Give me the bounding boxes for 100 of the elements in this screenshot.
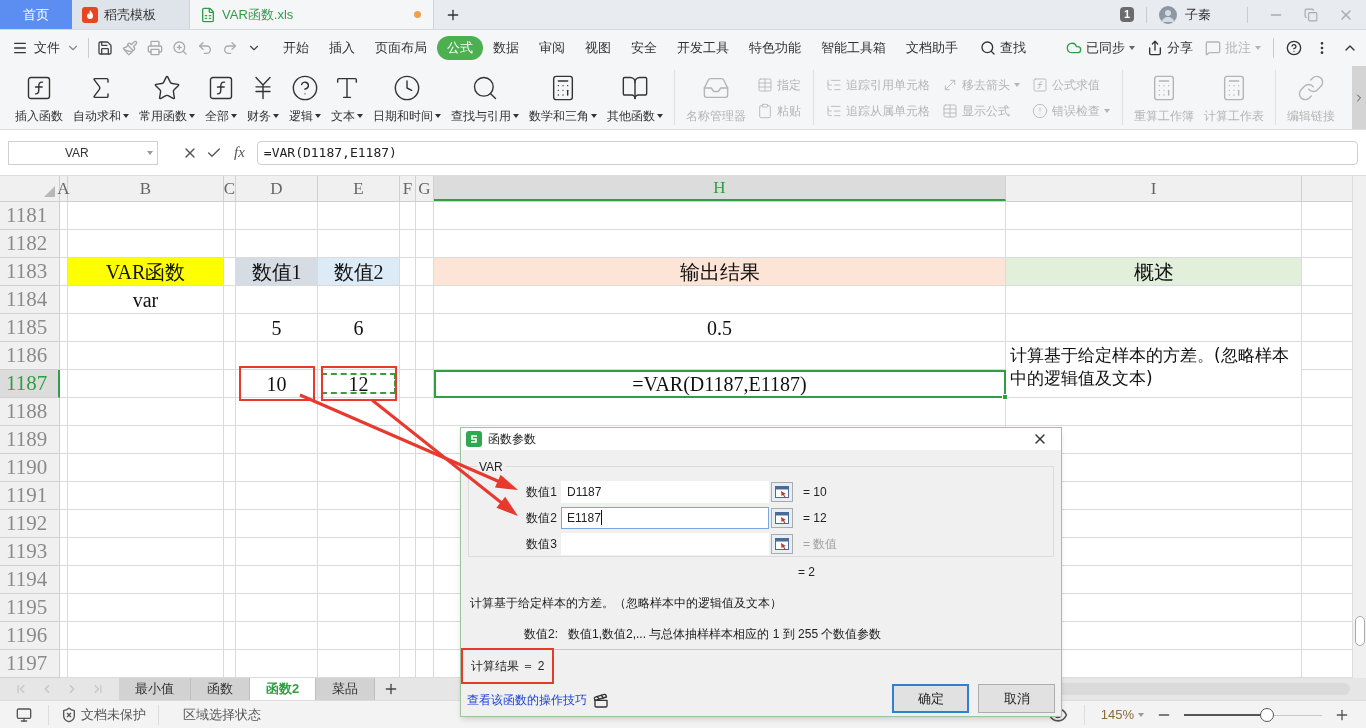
column-header[interactable]: D	[236, 176, 318, 201]
grid-cell	[400, 398, 416, 426]
undo-icon[interactable]	[197, 40, 213, 56]
ribbon-tab[interactable]: 页面布局	[365, 36, 437, 60]
cell-text: 数值1	[251, 259, 302, 285]
protection-status[interactable]: 文档未保护	[81, 704, 146, 725]
tab[interactable]: VAR函数.xls	[190, 0, 434, 29]
row-number[interactable]: 1189	[0, 426, 60, 454]
row-number[interactable]: 1192	[0, 510, 60, 538]
row-number[interactable]: 1181	[0, 202, 60, 230]
argument-field[interactable]: D1187	[561, 480, 769, 503]
paintbrush-icon[interactable]	[122, 40, 138, 56]
row-number[interactable]: 1188	[0, 398, 60, 426]
grid-cell	[224, 510, 236, 538]
ribbon-tab[interactable]: 审阅	[529, 36, 575, 60]
sheet-tab[interactable]: 函数	[191, 678, 250, 700]
caret-icon	[315, 114, 321, 118]
tab[interactable]: 稻壳模板	[72, 0, 190, 29]
sheet-tab[interactable]: 菜品	[316, 678, 376, 700]
row-number[interactable]: 1186	[0, 342, 60, 370]
name-box[interactable]: VAR	[8, 140, 158, 165]
user-name[interactable]: 子秦	[1185, 4, 1211, 25]
printer-icon[interactable]	[147, 40, 163, 56]
ribbon-button[interactable]: 自动求和	[68, 70, 134, 125]
vertical-scrollbar[interactable]	[1352, 176, 1366, 678]
column-header[interactable]: C	[224, 176, 236, 201]
cell-text: 计算基于给定样本的方差。(忽略样本中的逻辑值及文本)	[1010, 344, 1290, 390]
restore-icon[interactable]	[1304, 7, 1318, 22]
ribbon-tab[interactable]: 视图	[575, 36, 621, 60]
avatar[interactable]	[1159, 5, 1177, 24]
caret-icon	[1138, 712, 1144, 717]
row-number[interactable]: 1193	[0, 538, 60, 566]
ribbon-button[interactable]: 逻辑	[284, 70, 326, 125]
ribbon-tab[interactable]: 公式	[437, 36, 483, 60]
file-menu[interactable]: 文件	[12, 38, 80, 58]
sheet-tab[interactable]: 函数2	[250, 678, 317, 700]
ribbon-button[interactable]: 数学和三角	[524, 70, 602, 125]
ribbon-tab[interactable]: 安全	[621, 36, 667, 60]
ribbon-tab[interactable]: 开始	[273, 36, 319, 60]
text-cursor	[600, 510, 602, 526]
row-number[interactable]: 1194	[0, 566, 60, 594]
search-button[interactable]: 查找	[980, 38, 1026, 58]
ribbon-tab[interactable]: 开发工具	[667, 36, 739, 60]
monitor-icon[interactable]	[16, 706, 32, 723]
ribbon-tab[interactable]: 插入	[319, 36, 365, 60]
row-number[interactable]: 1196	[0, 622, 60, 650]
save-icon[interactable]	[97, 40, 113, 56]
ribbon-tab[interactable]: 智能工具箱	[811, 36, 896, 60]
column-header[interactable]: E	[318, 176, 400, 201]
caret-icon	[189, 114, 195, 118]
ribbon-tab[interactable]: 文档助手	[896, 36, 968, 60]
row-number[interactable]: 1182	[0, 230, 60, 258]
range-picker-button[interactable]	[771, 481, 793, 502]
ribbon-button[interactable]: 查找与引用	[446, 70, 524, 125]
dialog-button[interactable]: 取消	[978, 684, 1055, 713]
formula-field[interactable]: =VAR(D1187,E1187)	[256, 140, 1358, 165]
zoom-slider[interactable]	[1184, 707, 1322, 722]
ribbon-tab[interactable]: 数据	[483, 36, 529, 60]
zoom-dropdown[interactable]: 145%	[1100, 704, 1144, 725]
ribbon-button[interactable]: 财务	[242, 70, 284, 125]
fill-handle[interactable]	[1002, 394, 1008, 400]
row-number[interactable]: 1183	[0, 258, 60, 286]
ribbon-button[interactable]: 其他函数	[602, 70, 668, 125]
argument-field[interactable]	[561, 532, 769, 555]
row-number[interactable]: 1191	[0, 482, 60, 510]
cell-text: 6	[353, 315, 364, 341]
ribbon-button[interactable]: 常用函数	[134, 70, 200, 125]
help-link[interactable]: 查看该函数的操作技巧	[467, 691, 587, 709]
window-count[interactable]: 1	[1119, 7, 1134, 22]
caret-icon	[123, 114, 129, 118]
row-number[interactable]: 1185	[0, 314, 60, 342]
caret-icon	[657, 114, 663, 118]
sync-button[interactable]: 已同步	[1066, 38, 1135, 58]
dialog-button[interactable]: 确定	[892, 684, 969, 713]
ribbon-button[interactable]: 插入函数	[10, 70, 68, 125]
ribbon-tab[interactable]: 特色功能	[739, 36, 811, 60]
range-picker-button[interactable]	[771, 507, 793, 528]
help-icon[interactable]	[1286, 40, 1302, 56]
ribbon-button[interactable]: 文本	[326, 70, 368, 125]
redo-icon[interactable]	[222, 40, 238, 56]
column-header[interactable]: F	[400, 176, 416, 201]
video-icon[interactable]	[593, 693, 609, 709]
insert-function-button[interactable]: fx	[230, 141, 249, 164]
sheet-tab[interactable]: 最小值	[119, 678, 191, 700]
column-header[interactable]: B	[68, 176, 224, 201]
row-number[interactable]: 1197	[0, 650, 60, 678]
tab[interactable]: 首页	[0, 0, 72, 29]
argument-field[interactable]: E1187	[561, 506, 769, 529]
zoom-slider-thumb[interactable]	[1259, 707, 1274, 722]
caret-icon	[1104, 108, 1110, 113]
row-number[interactable]: 1190	[0, 454, 60, 482]
column-header[interactable]: I	[1006, 176, 1302, 201]
preview-icon[interactable]	[172, 40, 188, 56]
row-number[interactable]: 1184	[0, 286, 60, 314]
row-number[interactable]: 1195	[0, 594, 60, 622]
range-picker-button[interactable]	[771, 533, 793, 554]
ribbon-button[interactable]: 全部	[200, 70, 242, 125]
share-button[interactable]: 分享	[1147, 38, 1193, 58]
grid-cell	[224, 566, 236, 594]
ribbon-button[interactable]: 日期和时间	[368, 70, 446, 125]
